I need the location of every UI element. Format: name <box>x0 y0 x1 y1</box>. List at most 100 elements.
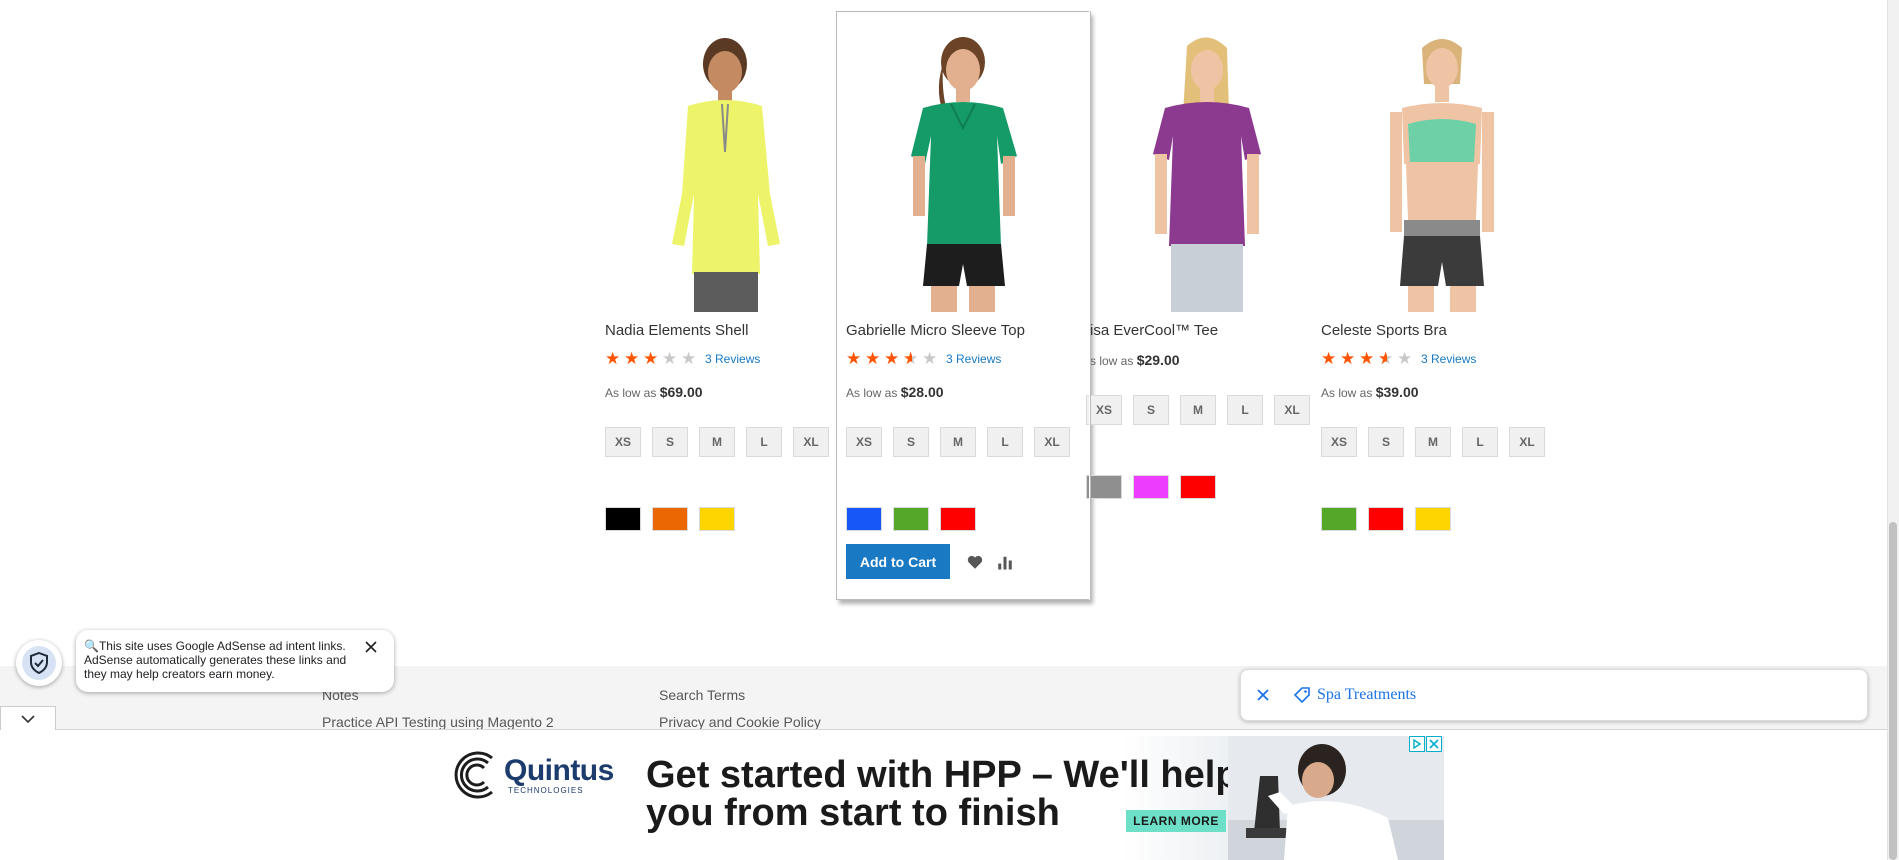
reviews-link[interactable]: 3 Reviews <box>705 352 760 366</box>
product-name[interactable]: isa EverCool™ Tee <box>1090 322 1218 339</box>
color-option-blue[interactable] <box>846 507 882 531</box>
collapse-tab[interactable] <box>0 706 56 730</box>
star-icon: ★ <box>681 349 697 368</box>
price-value: $28.00 <box>900 384 944 400</box>
star-icon: ★ <box>643 349 659 368</box>
size-swatches: XS S M L XL <box>846 427 1076 457</box>
price-value: $39.00 <box>1375 384 1419 400</box>
size-option-l[interactable]: L <box>987 427 1023 457</box>
size-option-s[interactable]: S <box>652 427 688 457</box>
product-image[interactable] <box>1321 24 1551 312</box>
footer-link-api-testing[interactable]: Practice API Testing using Magento 2 <box>322 714 554 730</box>
star-icon: ★ <box>884 349 900 368</box>
compare-chart-icon[interactable] <box>996 553 1014 571</box>
rating-summary: ★ ★ ★ ★ ★ 3 Reviews <box>605 350 760 368</box>
size-option-s[interactable]: S <box>1368 427 1404 457</box>
price-box: s low as $29.00 <box>1090 352 1180 368</box>
product-image[interactable] <box>846 24 1076 312</box>
price-label: s low as <box>1090 354 1134 368</box>
footer-link-privacy[interactable]: Privacy and Cookie Policy <box>659 714 821 730</box>
footer-divider <box>0 729 1887 730</box>
color-option-yellow[interactable] <box>1415 507 1451 531</box>
size-option-xl[interactable]: XL <box>1034 427 1070 457</box>
color-option-green[interactable] <box>1321 507 1357 531</box>
star-icon: ★ <box>1359 349 1375 368</box>
color-option-black[interactable] <box>605 507 641 531</box>
rating-stars: ★ ★ ★ ★ ★ <box>605 350 699 368</box>
price-value: $29.00 <box>1136 352 1180 368</box>
color-option-red[interactable] <box>1180 475 1216 499</box>
close-icon[interactable] <box>1255 687 1271 703</box>
model-photo-green-top <box>911 37 1017 312</box>
hover-card-edge <box>1089 11 1091 600</box>
size-option-xl[interactable]: XL <box>793 427 829 457</box>
size-option-xs[interactable]: XS <box>1321 427 1357 457</box>
rating-summary: ★ ★ ★ ★ ★ 3 Reviews <box>1321 350 1476 368</box>
size-swatches: XS S M L XL <box>1321 427 1551 457</box>
size-option-m[interactable]: M <box>940 427 976 457</box>
ad-banner[interactable]: Quintus TECHNOLOGIES Get started with HP… <box>440 736 1444 860</box>
size-option-l[interactable]: L <box>1227 395 1263 425</box>
rating-summary: ★ ★ ★ ★ ★ 3 Reviews <box>846 350 1001 368</box>
size-option-m[interactable]: M <box>1415 427 1451 457</box>
chevron-down-icon <box>21 714 35 723</box>
size-option-s[interactable]: S <box>893 427 929 457</box>
product-image[interactable] <box>605 24 835 312</box>
product-name[interactable]: Nadia Elements Shell <box>605 322 748 339</box>
rating-stars: ★ ★ ★ ★ ★ <box>846 350 940 368</box>
close-icon[interactable] <box>1426 736 1442 752</box>
reviews-link[interactable]: 3 Reviews <box>946 352 1001 366</box>
color-swatches <box>1086 475 1216 499</box>
ad-brand-logo: Quintus TECHNOLOGIES <box>452 750 614 800</box>
learn-more-button[interactable]: LEARN MORE <box>1126 810 1226 832</box>
model-photo-yellow-shell <box>672 38 780 312</box>
color-option-red[interactable] <box>1368 507 1404 531</box>
color-option-yellow[interactable] <box>699 507 735 531</box>
ad-intent-chip[interactable]: Spa Treatments <box>1240 669 1868 721</box>
intent-link-label[interactable]: Spa Treatments <box>1317 686 1416 704</box>
color-option-orange[interactable] <box>652 507 688 531</box>
ad-notice-text: 🔍This site uses Google AdSense ad intent… <box>84 639 347 681</box>
reviews-link[interactable]: 3 Reviews <box>1421 352 1476 366</box>
product-name[interactable]: Gabrielle Micro Sleeve Top <box>846 322 1025 339</box>
size-option-xs[interactable]: XS <box>1086 395 1122 425</box>
size-option-xs[interactable]: XS <box>846 427 882 457</box>
price-value: $69.00 <box>659 384 703 400</box>
size-option-xl[interactable]: XL <box>1509 427 1545 457</box>
size-option-m[interactable]: M <box>1180 395 1216 425</box>
price-box: As low as $28.00 <box>846 384 944 400</box>
size-option-l[interactable]: L <box>746 427 782 457</box>
ad-choices-icon[interactable] <box>1409 736 1425 752</box>
close-icon[interactable] <box>364 640 378 654</box>
quintus-logo-icon <box>454 751 493 799</box>
wishlist-heart-icon[interactable] <box>966 553 984 571</box>
product-name[interactable]: Celeste Sports Bra <box>1321 322 1447 339</box>
scrollbar-thumb[interactable] <box>1889 522 1897 860</box>
star-icon: ★ <box>1340 349 1356 368</box>
product-image[interactable] <box>1086 24 1316 312</box>
color-option-red[interactable] <box>940 507 976 531</box>
size-option-m[interactable]: M <box>699 427 735 457</box>
page-scrollbar[interactable] <box>1887 0 1899 860</box>
size-option-xs[interactable]: XS <box>605 427 641 457</box>
add-to-cart-button[interactable]: Add to Cart <box>846 544 950 579</box>
size-option-xl[interactable]: XL <box>1274 395 1310 425</box>
star-icon: ★ <box>624 349 640 368</box>
size-option-l[interactable]: L <box>1462 427 1498 457</box>
rating-stars: ★ ★ ★ ★ ★ <box>1321 350 1415 368</box>
star-icon: ★ <box>662 349 678 368</box>
price-label: As low as <box>1321 386 1373 400</box>
color-option-gray[interactable] <box>1086 475 1122 499</box>
star-icon: ★ <box>865 349 881 368</box>
color-option-purple[interactable] <box>1133 475 1169 499</box>
ad-brand-sub: TECHNOLOGIES <box>508 785 584 795</box>
price-label: As low as <box>846 386 898 400</box>
size-option-s[interactable]: S <box>1133 395 1169 425</box>
ad-notice-toggle[interactable] <box>16 640 62 686</box>
color-swatches <box>1321 507 1451 531</box>
color-swatches <box>846 507 976 531</box>
ad-choices[interactable] <box>1409 736 1442 752</box>
color-option-green[interactable] <box>893 507 929 531</box>
star-icon: ★ <box>1321 349 1337 368</box>
footer-link-search-terms[interactable]: Search Terms <box>659 687 745 703</box>
